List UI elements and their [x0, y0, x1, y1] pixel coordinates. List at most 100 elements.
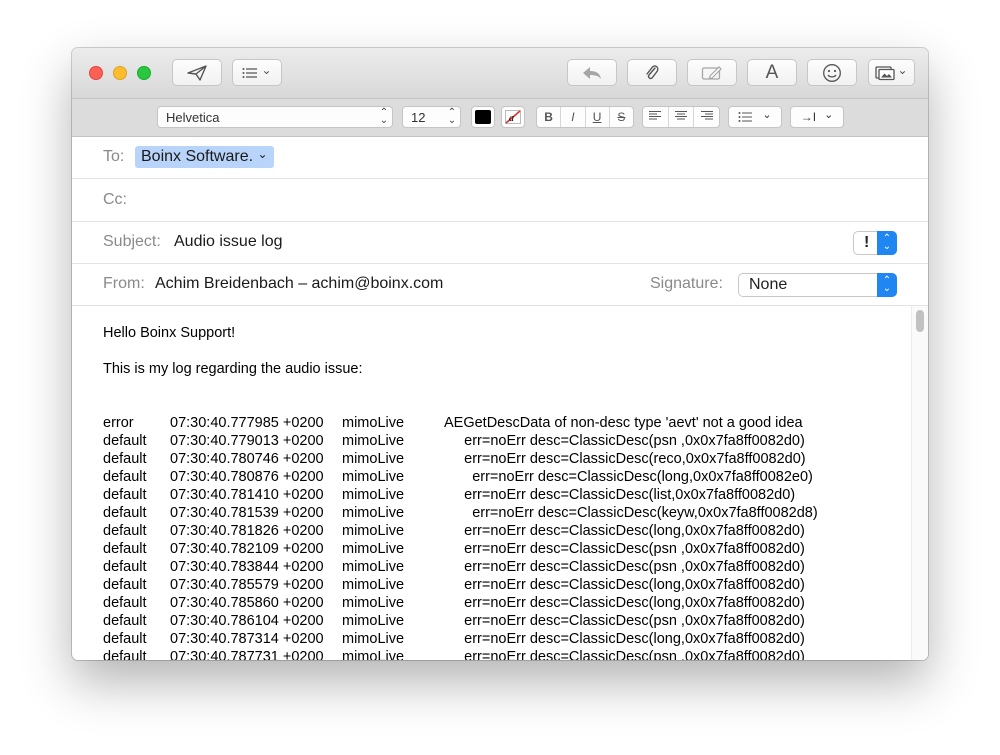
log-message: err=noErr desc=ClassicDesc(psn ,0x0x7fa8… [444, 613, 805, 629]
log-message: err=noErr desc=ClassicDesc(long,0x0x7fa8… [444, 631, 805, 647]
log-row: default 07:30:40.780746 +0200 mimoLive err… [103, 450, 883, 468]
log-time: 07:30:40.779013 +0200 [170, 433, 324, 449]
stepper-arrows-icon: ⌃ ⌄ [379, 107, 389, 126]
log-level: default [103, 631, 147, 647]
log-message: err=noErr desc=ClassicDesc(psn ,0x0x7fa8… [444, 433, 805, 449]
log-level: default [103, 559, 147, 575]
italic-button[interactable]: I [561, 107, 586, 127]
text-style-segmented: B I U S [536, 106, 634, 128]
log-level: default [103, 613, 147, 629]
log-level: default [103, 595, 147, 611]
chevron-down-icon: ⌄ [257, 147, 268, 161]
format-button[interactable]: A [747, 59, 797, 86]
log-row: default 07:30:40.783844 +0200 mimoLive err… [103, 558, 883, 576]
log-time: 07:30:40.781539 +0200 [170, 505, 324, 521]
log-message: err=noErr desc=ClassicDesc(psn ,0x0x7fa8… [444, 649, 805, 660]
cc-field-row[interactable]: Cc: [72, 179, 928, 222]
from-select[interactable]: Achim Breidenbach – achim@boinx.com [155, 275, 443, 293]
compose-window: ⌄ A ⌄ Helvetica ⌃ ⌄ 12 ⌃ ⌄ a B I U S ⌄ →… [72, 48, 928, 660]
priority-select[interactable]: ! ⌃ ⌄ [853, 231, 897, 255]
strikethrough-button[interactable]: S [610, 107, 633, 127]
font-family-value: Helvetica [166, 109, 220, 125]
reply-arrow-icon [583, 66, 601, 79]
log-process: mimoLive [342, 559, 405, 575]
log-time: 07:30:40.783844 +0200 [170, 559, 324, 575]
font-size-select[interactable]: 12 ⌃ ⌄ [402, 106, 461, 128]
align-right-icon [700, 110, 713, 120]
log-level: default [103, 541, 147, 557]
align-left-button[interactable] [643, 107, 669, 127]
log-block: error 07:30:40.777985 +0200 mimoLive AEGetD… [103, 414, 883, 660]
log-row: default 07:30:40.787314 +0200 mimoLive err… [103, 630, 883, 648]
log-process: mimoLive [342, 433, 405, 449]
to-recipient-name: Boinx Software. [141, 148, 254, 165]
zoom-window-button[interactable] [137, 66, 151, 80]
log-process: mimoLive [342, 415, 405, 431]
underline-button[interactable]: U [586, 107, 610, 127]
log-time: 07:30:40.786104 +0200 [170, 613, 324, 629]
signature-select[interactable]: None ⌃ ⌄ [738, 273, 897, 297]
log-process: mimoLive [342, 577, 405, 593]
minimize-window-button[interactable] [113, 66, 127, 80]
signature-label: Signature: [650, 275, 723, 292]
log-row: default 07:30:40.786104 +0200 mimoLive err… [103, 612, 883, 630]
log-process: mimoLive [342, 469, 405, 485]
scrollbar-thumb[interactable] [916, 310, 924, 332]
chevron-down-icon: ⌄ [824, 109, 834, 121]
no-color-icon: a [505, 110, 521, 124]
photo-browser-icon [875, 65, 896, 80]
markup-button[interactable] [687, 59, 737, 86]
indent-button[interactable]: →I ⌄ [790, 106, 844, 128]
to-field-row: To: Boinx Software. ⌄ [72, 136, 928, 179]
bold-button[interactable]: B [537, 107, 562, 127]
stepper-arrows-icon: ⌃ ⌄ [447, 107, 457, 126]
log-time: 07:30:40.781826 +0200 [170, 523, 324, 539]
text-color-button[interactable] [471, 106, 495, 128]
log-row: default 07:30:40.779013 +0200 mimoLive err… [103, 432, 883, 450]
align-center-icon [675, 110, 687, 120]
font-size-value: 12 [411, 109, 426, 125]
log-row: error 07:30:40.777985 +0200 mimoLive AEGetD… [103, 414, 883, 432]
send-button[interactable] [172, 59, 222, 86]
stepper-arrows-icon: ⌃ ⌄ [877, 231, 897, 255]
scrollbar-track[interactable] [911, 306, 928, 660]
font-family-select[interactable]: Helvetica ⌃ ⌄ [157, 106, 393, 128]
subject-input[interactable]: Audio issue log [174, 233, 283, 251]
log-time: 07:30:40.780876 +0200 [170, 469, 324, 485]
log-level: default [103, 433, 147, 449]
header-fields-button[interactable]: ⌄ [232, 59, 282, 86]
log-level: default [103, 649, 147, 660]
to-label: To: [103, 148, 125, 165]
stepper-arrows-icon: ⌃ ⌄ [877, 273, 897, 297]
emoji-button[interactable] [807, 59, 857, 86]
paper-plane-icon [187, 64, 207, 81]
indent-icon: →I [800, 110, 817, 124]
align-center-button[interactable] [669, 107, 695, 127]
log-time: 07:30:40.787314 +0200 [170, 631, 324, 647]
log-row: default 07:30:40.781410 +0200 mimoLive err… [103, 486, 883, 504]
attach-button[interactable] [627, 59, 677, 86]
log-level: default [103, 451, 147, 467]
log-process: mimoLive [342, 523, 405, 539]
reply-button[interactable] [567, 59, 617, 86]
align-right-button[interactable] [694, 107, 719, 127]
message-body[interactable]: Hello Boinx Support! This is my log rega… [72, 306, 928, 660]
align-left-icon [649, 110, 662, 120]
close-window-button[interactable] [89, 66, 103, 80]
chevron-down-icon: ⌄ [762, 109, 772, 121]
format-bar: Helvetica ⌃ ⌄ 12 ⌃ ⌄ a B I U S ⌄ →I ⌄ [72, 99, 928, 137]
log-time: 07:30:40.785860 +0200 [170, 595, 324, 611]
intro-line: This is my log regarding the audio issue… [103, 361, 363, 377]
background-color-button[interactable]: a [501, 106, 525, 128]
log-row: default 07:30:40.780876 +0200 mimoLive err… [103, 468, 883, 486]
log-level: default [103, 487, 147, 503]
to-recipient-token[interactable]: Boinx Software. ⌄ [135, 146, 274, 168]
log-process: mimoLive [342, 649, 405, 660]
from-label: From: [103, 275, 145, 292]
photo-browser-button[interactable]: ⌄ [868, 59, 915, 86]
log-process: mimoLive [342, 595, 405, 611]
list-style-button[interactable]: ⌄ [728, 106, 782, 128]
chevron-down-icon: ⌄ [261, 62, 272, 77]
log-row: default 07:30:40.782109 +0200 mimoLive err… [103, 540, 883, 558]
log-level: default [103, 469, 147, 485]
